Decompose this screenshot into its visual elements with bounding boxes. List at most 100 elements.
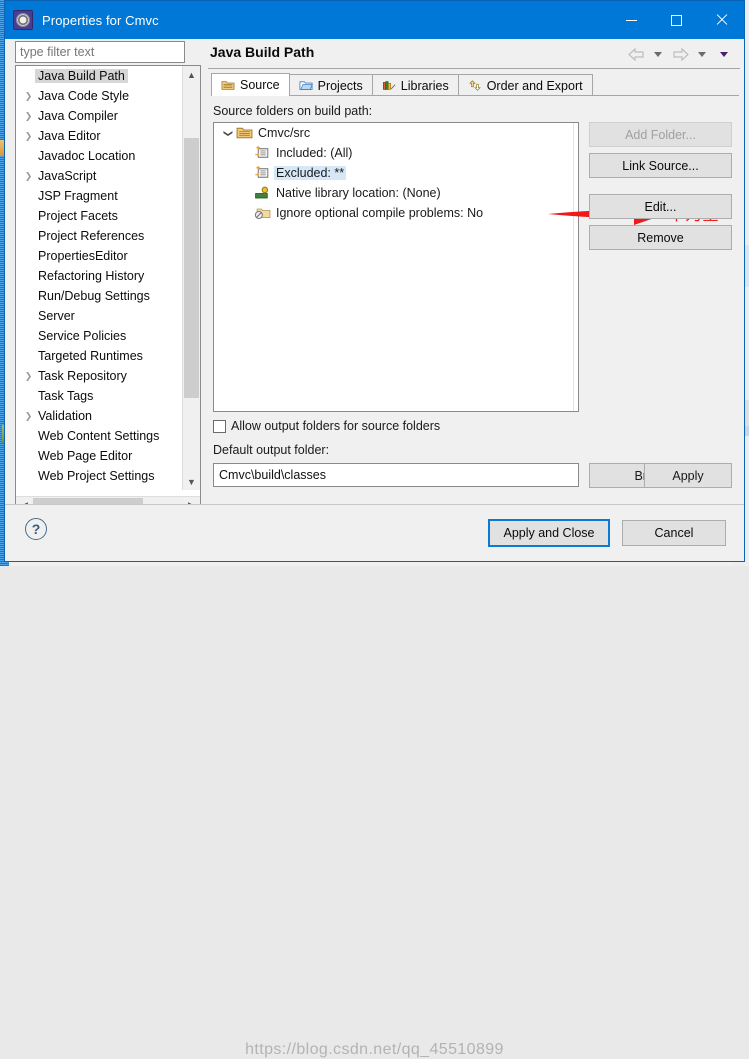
source-tree-label: Ignore optional compile problems: No: [276, 206, 484, 220]
page-title: Java Build Path: [210, 44, 315, 60]
source-tree-row[interactable]: Native library location: (None): [214, 183, 578, 203]
page-navigation: [626, 45, 734, 63]
source-tree-label: Included: (All): [276, 146, 353, 160]
tab-source[interactable]: Source: [211, 73, 290, 96]
apply-and-close-button[interactable]: Apply and Close: [488, 519, 610, 547]
source-tree-row[interactable]: Ignore optional compile problems: No: [214, 203, 578, 223]
chevron-right-icon[interactable]: ❯: [22, 371, 35, 382]
filter-container: [15, 41, 185, 63]
sidebar-item-label: Validation: [38, 409, 92, 423]
chevron-right-icon[interactable]: ❯: [22, 131, 35, 142]
sidebar-item-javascript[interactable]: ❯ JavaScript: [16, 166, 184, 186]
source-tree-row[interactable]: Included: (All): [214, 143, 578, 163]
sidebar-item-java-build-path[interactable]: Java Build Path: [16, 66, 184, 86]
settings-tree[interactable]: Java Build Path ❯ Java Code Style ❯ Java Com…: [15, 65, 201, 515]
compile-problems-icon: [254, 208, 271, 220]
allow-output-folders-row[interactable]: Allow output folders for source folders: [213, 419, 440, 433]
source-folders-rows: ❯ Cmvc/src Included: (All) Excluded: ** Nati…: [214, 123, 578, 223]
minimize-icon: [626, 19, 637, 21]
tab-projects[interactable]: Projects: [288, 74, 373, 96]
sidebar-item-label: Java Compiler: [38, 109, 118, 123]
chevron-up-icon[interactable]: ▲: [183, 66, 200, 83]
sidebar-item-refactoring-history[interactable]: Refactoring History: [16, 266, 184, 286]
apply-row: Apply: [5, 461, 744, 505]
cancel-button[interactable]: Cancel: [622, 520, 726, 546]
source-list-scrollbar[interactable]: [573, 123, 578, 411]
apply-button[interactable]: Apply: [644, 463, 732, 488]
sidebar-item-label: JSP Fragment: [38, 189, 118, 203]
sidebar-item-web-content-settings[interactable]: Web Content Settings: [16, 426, 184, 446]
caret-down-icon-back[interactable]: [648, 45, 668, 63]
settings-tree-vertical-scrollbar[interactable]: ▲ ▼: [182, 66, 200, 490]
source-tree-label: Cmvc/src: [258, 126, 311, 140]
sidebar-item-label: Project Facets: [38, 209, 118, 223]
chevron-right-icon[interactable]: ❯: [22, 91, 35, 102]
source-folder-icon: [236, 127, 253, 139]
source-folder-icon: [221, 80, 235, 90]
tabs-underline: [211, 95, 739, 96]
settings-page: Java Build Path Source Projects Libraries O…: [203, 39, 744, 505]
sidebar-item-run-debug-settings[interactable]: Run/Debug Settings: [16, 286, 184, 306]
arrow-left-icon[interactable]: [626, 45, 646, 63]
sidebar-item-java-editor[interactable]: ❯ Java Editor: [16, 126, 184, 146]
filter-input[interactable]: [15, 41, 185, 63]
maximize-icon: [671, 14, 682, 26]
chevron-down-icon[interactable]: ❯: [223, 125, 234, 141]
link-source-button[interactable]: Link Source...: [589, 153, 732, 178]
sidebar-item-propertieseditor[interactable]: PropertiesEditor: [16, 246, 184, 266]
remove-button[interactable]: Remove: [589, 225, 732, 250]
sidebar-item-javadoc-location[interactable]: Javadoc Location: [16, 146, 184, 166]
help-icon[interactable]: ?: [25, 518, 47, 540]
allow-output-folders-checkbox[interactable]: [213, 419, 226, 433]
sidebar-item-task-tags[interactable]: Task Tags: [16, 386, 184, 406]
settings-tree-viewport: Java Build Path ❯ Java Code Style ❯ Java Com…: [16, 66, 184, 490]
tab-libraries[interactable]: Libraries: [371, 74, 459, 96]
source-tree-row[interactable]: Excluded: **: [214, 163, 578, 183]
properties-dialog: Properties for Cmvc Java Build Path❯Java…: [4, 0, 745, 1058]
chevron-right-icon[interactable]: ❯: [22, 411, 35, 422]
source-folders-list[interactable]: ❯ Cmvc/src Included: (All) Excluded: ** Nati…: [213, 122, 579, 412]
caret-down-icon-forward[interactable]: [692, 45, 712, 63]
sidebar-item-label: Javadoc Location: [38, 149, 136, 163]
sidebar-item-java-compiler[interactable]: ❯ Java Compiler: [16, 106, 184, 126]
sidebar-item-label: JavaScript: [38, 169, 97, 183]
close-button[interactable]: [699, 1, 744, 39]
sidebar-item-server[interactable]: Server: [16, 306, 184, 326]
maximize-button[interactable]: [654, 1, 699, 39]
tab-label: Order and Export: [486, 78, 583, 93]
sidebar-item-label: Java Editor: [38, 129, 101, 143]
sidebar-item-jsp-fragment[interactable]: JSP Fragment: [16, 186, 184, 206]
source-tree-label: Native library location: (None): [276, 186, 441, 200]
dialog-body: Java Build Path❯Java Code Style❯Java Com…: [5, 39, 744, 515]
watermark: https://blog.csdn.net/qq_45510899: [245, 1041, 504, 1058]
projects-icon: [299, 81, 313, 90]
dialog-title: Properties for Cmvc: [42, 12, 159, 28]
sidebar-item-targeted-runtimes[interactable]: Targeted Runtimes: [16, 346, 184, 366]
source-folders-label: Source folders on build path:: [213, 104, 373, 118]
sidebar-item-label: Project References: [38, 229, 145, 243]
add-folder-button: Add Folder...: [589, 122, 732, 147]
sidebar-item-task-repository[interactable]: ❯ Task Repository: [16, 366, 184, 386]
sidebar-item-project-references[interactable]: Project References: [16, 226, 184, 246]
tab-label: Projects: [317, 78, 363, 93]
vertical-scrollbar-thumb[interactable]: [184, 138, 199, 398]
source-tree-row[interactable]: ❯ Cmvc/src: [214, 123, 578, 143]
edit-button[interactable]: Edit...: [589, 194, 732, 219]
sidebar-item-label: PropertiesEditor: [38, 249, 128, 263]
sidebar-item-java-code-style[interactable]: ❯ Java Code Style: [16, 86, 184, 106]
arrow-right-icon[interactable]: [670, 45, 690, 63]
caret-down-icon-menu[interactable]: [714, 45, 734, 63]
exclude-filter-icon: [255, 166, 269, 178]
dialog-titlebar[interactable]: Properties for Cmvc: [5, 1, 744, 39]
sidebar-item-service-policies[interactable]: Service Policies: [16, 326, 184, 346]
minimize-button[interactable]: [609, 1, 654, 39]
tab-label: Source: [240, 78, 280, 92]
sidebar-item-label: Service Policies: [38, 329, 127, 343]
sidebar-item-project-facets[interactable]: Project Facets: [16, 206, 184, 226]
order-export-icon: [468, 80, 481, 91]
chevron-right-icon[interactable]: ❯: [22, 111, 35, 122]
include-filter-icon: [255, 146, 269, 158]
sidebar-item-validation[interactable]: ❯ Validation: [16, 406, 184, 426]
tab-order-and-export[interactable]: Order and Export: [457, 74, 593, 96]
chevron-right-icon[interactable]: ❯: [22, 171, 35, 182]
